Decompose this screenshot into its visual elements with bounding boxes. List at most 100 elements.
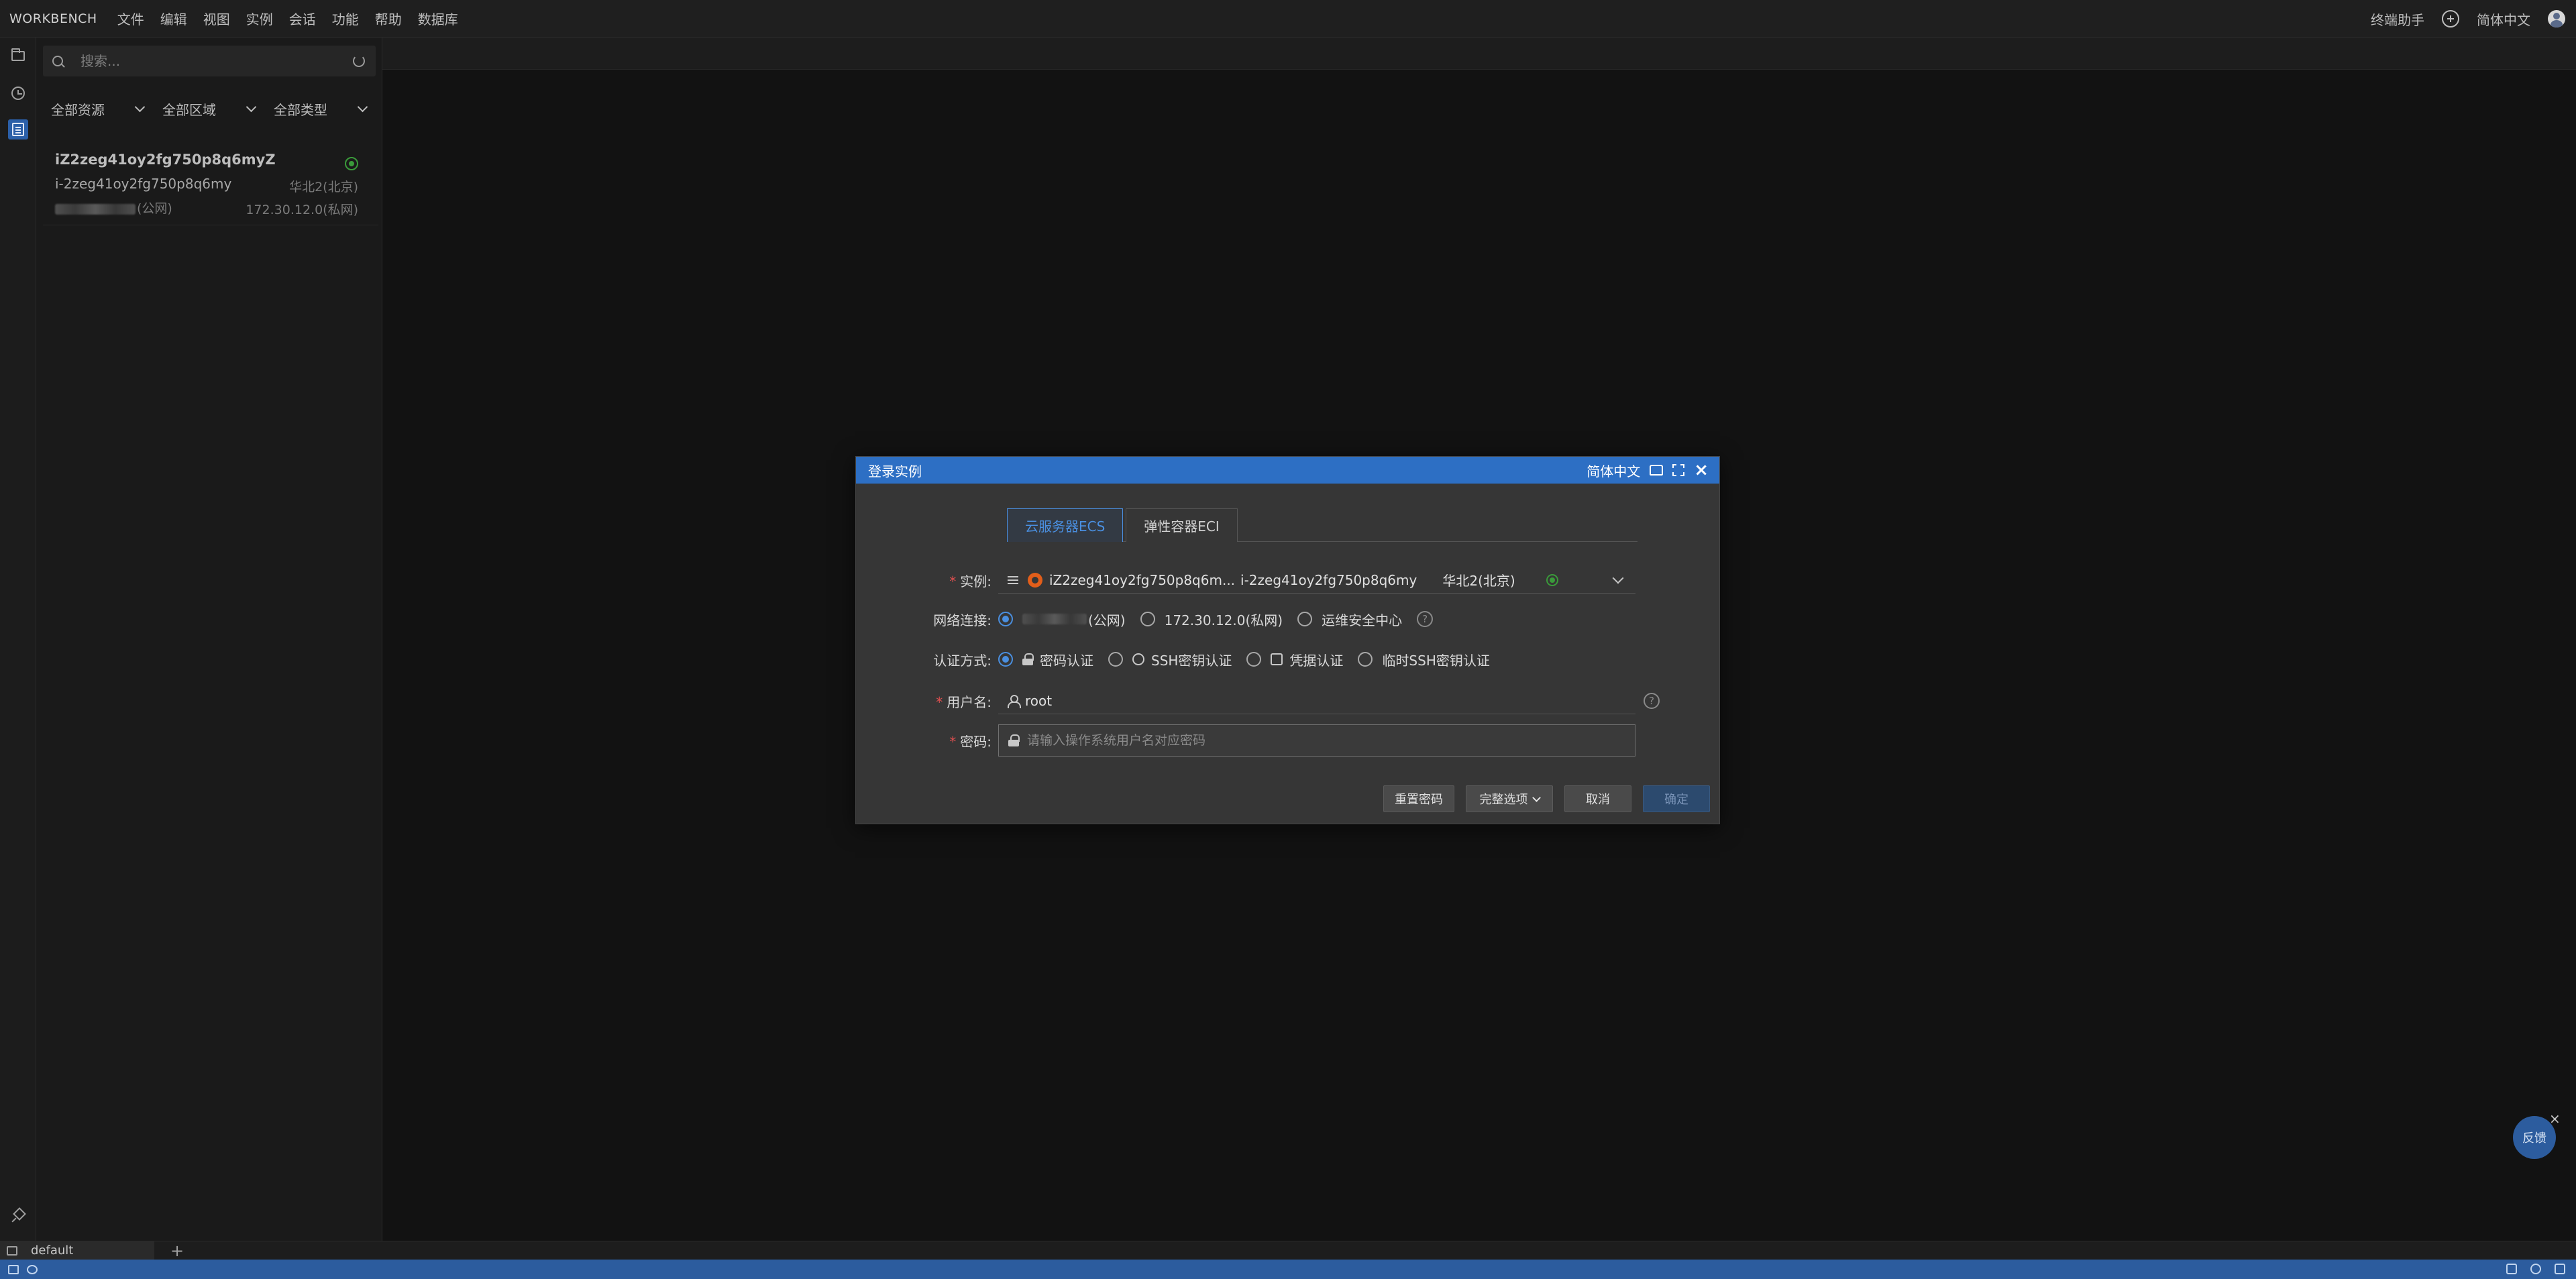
terminal-tab-default[interactable]: default (0, 1241, 154, 1260)
password-label: 密码: (960, 733, 991, 750)
search-icon (52, 56, 63, 66)
bell-icon[interactable] (2530, 1264, 2541, 1274)
confirm-button[interactable]: 确定 (1643, 785, 1710, 812)
auth-row: 认证方式: 密码认证 SSH密钥认证 凭据认证 临时SSH密钥认证 (856, 646, 1721, 673)
layout-icon[interactable] (2506, 1264, 2517, 1274)
history-icon[interactable] (8, 83, 28, 103)
password-input[interactable] (1026, 732, 1635, 748)
help-icon[interactable]: ? (1417, 611, 1434, 627)
full-options-button[interactable]: 完整选项 (1466, 785, 1553, 812)
radio[interactable] (1358, 652, 1373, 667)
chevron-down-icon (1612, 572, 1624, 583)
auth-option-credential[interactable]: 凭据认证 (1246, 650, 1343, 669)
avatar[interactable] (2548, 10, 2565, 27)
filter-resource[interactable]: 全部资源 (43, 99, 154, 119)
dialog-title-bar: 登录实例 简体中文 × (856, 457, 1719, 484)
menu-instance[interactable]: 实例 (246, 9, 273, 28)
menubar-right: 终端助手 简体中文 (2371, 0, 2565, 38)
ubuntu-icon (1028, 572, 1042, 588)
online-status-icon (345, 157, 358, 170)
instance-id: i-2zeg41oy2fg750p8q6my (55, 176, 232, 192)
menu-file[interactable]: 文件 (117, 9, 144, 28)
filter-type[interactable]: 全部类型 (266, 99, 377, 119)
username-value: root (1025, 692, 1053, 709)
filter-region[interactable]: 全部区域 (154, 99, 266, 119)
menu-session[interactable]: 会话 (289, 9, 316, 28)
radio[interactable] (1108, 652, 1123, 667)
app-brand: WORKBENCH (9, 11, 97, 26)
editor-tab-strip (382, 38, 2576, 70)
menu-database[interactable]: 数据库 (418, 9, 458, 28)
password-row: * 密码: (856, 724, 1721, 757)
status-bar (0, 1260, 2576, 1279)
add-terminal-button[interactable]: + (170, 1241, 184, 1260)
shield-icon[interactable] (2555, 1264, 2565, 1274)
chevron-down-icon (134, 101, 146, 113)
network-label: 网络连接: (933, 612, 991, 628)
chevron-down-icon (1532, 793, 1541, 802)
plug-icon[interactable] (27, 1264, 38, 1274)
password-field[interactable] (998, 724, 1635, 757)
cancel-button[interactable]: 取消 (1564, 785, 1631, 812)
username-row: * 用户名: root ? (856, 687, 1721, 714)
auth-label: 认证方式: (933, 652, 991, 669)
reset-password-button[interactable]: 重置密码 (1383, 785, 1454, 812)
feedback-close-icon[interactable]: × (2549, 1111, 2561, 1127)
username-label: 用户名: (947, 693, 991, 710)
folder-icon[interactable] (8, 46, 28, 66)
instance-row: * 实例: iZ2zeg41oy2fg750p8q6m... i-2zeg41oy… (856, 567, 1721, 594)
radio[interactable] (1297, 612, 1313, 626)
chevron-down-icon (357, 101, 368, 113)
radio[interactable] (1140, 612, 1155, 626)
dialog-language-switch[interactable]: 简体中文 (1587, 461, 1640, 480)
help-icon[interactable]: ? (1644, 693, 1660, 709)
user-icon (1008, 694, 1021, 708)
network-option-public[interactable]: (公网) (998, 610, 1126, 629)
search-input[interactable] (79, 52, 353, 70)
auth-option-password[interactable]: 密码认证 (998, 650, 1093, 669)
radio-checked[interactable] (998, 652, 1013, 667)
tab-eci[interactable]: 弹性容器ECI (1126, 508, 1238, 542)
instance-list-icon[interactable] (8, 119, 28, 140)
network-option-bastion[interactable]: 运维安全中心 (1297, 610, 1402, 629)
add-circle-icon[interactable] (2442, 10, 2459, 27)
instance-region: 华北2(北京) (289, 180, 358, 194)
pin-icon[interactable] (8, 1206, 28, 1226)
theme-icon[interactable] (1650, 465, 1664, 476)
login-instance-dialog: 登录实例 简体中文 × 云服务器ECS 弹性容器ECI * 实例: iZ2zeg4… (855, 456, 1720, 824)
redacted-ip (55, 203, 136, 215)
radio-checked[interactable] (998, 612, 1013, 626)
radio[interactable] (1246, 652, 1262, 667)
refresh-icon[interactable] (353, 55, 365, 67)
fullscreen-icon[interactable] (1672, 464, 1685, 476)
credential-icon (1271, 653, 1283, 665)
instance-private-ip: 172.30.12.0(私网) (246, 203, 358, 217)
filter-bar: 全部资源 全部区域 全部类型 (43, 99, 378, 119)
redacted-ip (1022, 614, 1087, 624)
selected-instance-region: 华北2(北京) (1442, 573, 1515, 589)
menu-feature[interactable]: 功能 (332, 9, 359, 28)
auth-option-temp-ssh[interactable]: 临时SSH密钥认证 (1358, 650, 1490, 669)
terminal-assistant-link[interactable]: 终端助手 (2371, 9, 2424, 29)
tab-ecs[interactable]: 云服务器ECS (1007, 508, 1124, 542)
network-option-private[interactable]: 172.30.12.0(私网) (1140, 610, 1283, 629)
resource-sidebar: 全部资源 全部区域 全部类型 iZ2zeg41oy2fg750p8q6myZ i… (36, 38, 419, 1241)
lock-icon (1008, 734, 1020, 746)
language-switch[interactable]: 简体中文 (2477, 9, 2530, 29)
instance-list-item[interactable]: iZ2zeg41oy2fg750p8q6myZ i-2zeg41oy2fg750… (43, 142, 378, 225)
close-icon[interactable]: × (1694, 461, 1709, 479)
selected-instance-id: i-2zeg41oy2fg750p8q6my (1240, 571, 1417, 588)
auth-option-ssh-key[interactable]: SSH密钥认证 (1108, 650, 1232, 669)
key-icon (1132, 653, 1144, 665)
online-status-icon (1546, 573, 1558, 586)
menu-edit[interactable]: 编辑 (160, 9, 187, 28)
selected-instance-name: iZ2zeg41oy2fg750p8q6m... (1049, 571, 1236, 588)
terminal-tab-bar: default + (0, 1241, 2576, 1260)
instance-label: 实例: (960, 573, 991, 590)
menu-help[interactable]: 帮助 (375, 9, 402, 28)
menu-view[interactable]: 视图 (203, 9, 230, 28)
dialog-tabs: 云服务器ECS 弹性容器ECI (1007, 508, 1638, 542)
username-field[interactable]: root (998, 687, 1635, 714)
instance-select[interactable]: iZ2zeg41oy2fg750p8q6m... i-2zeg41oy2fg75… (998, 567, 1635, 594)
sync-icon[interactable] (8, 1264, 19, 1274)
